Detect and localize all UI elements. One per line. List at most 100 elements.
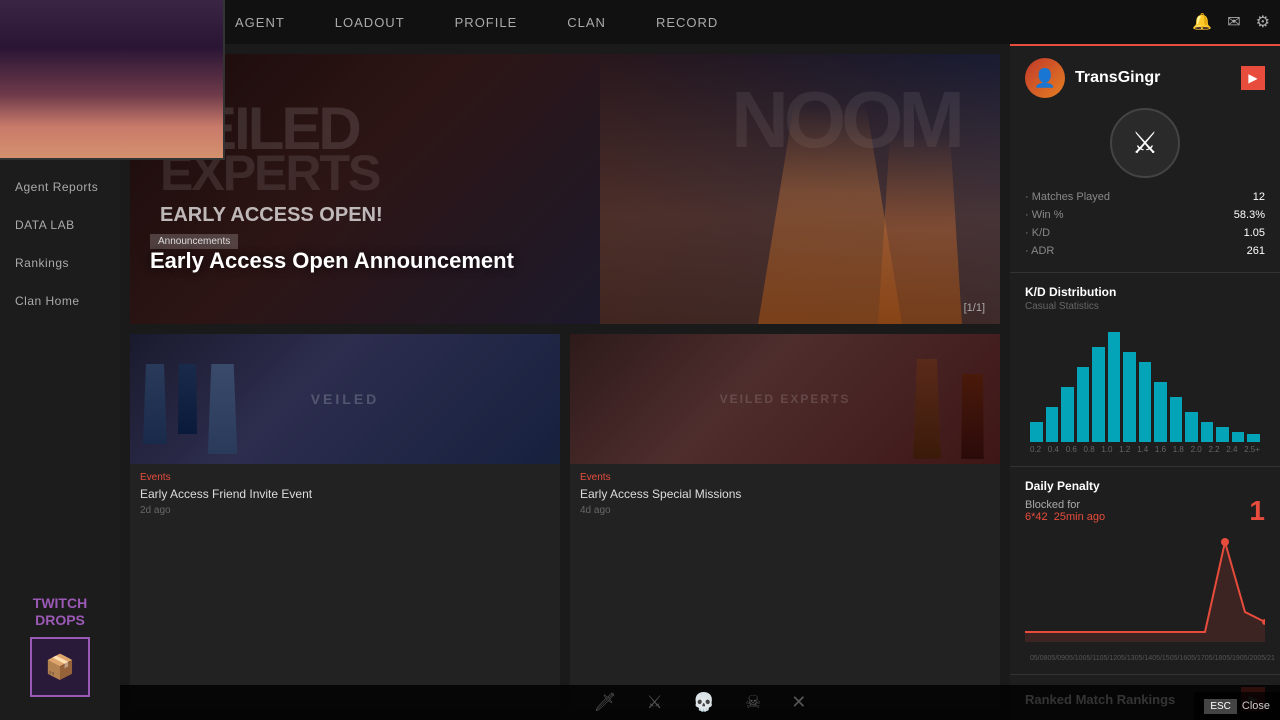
kd-bar-11 [1201,422,1214,442]
profile-avatar: 👤 [1025,58,1065,98]
stat-row-kd: · K/D 1.05 [1025,224,1265,242]
news-card-1[interactable]: VEILED Events Early Access Friend Invite… [130,334,560,710]
sidebar-item-agent-reports[interactable]: Agent Reports [0,168,120,206]
hero-characters [600,54,1000,324]
news-card-2[interactable]: VEILED EXPERTS Events Early Access Speci… [570,334,1000,710]
kd-label-11: 2.4 [1226,445,1237,454]
penalty-label-1: 05/09 [1048,655,1066,662]
bottom-icon-4[interactable]: ☠ [745,692,761,713]
profile-header: 👤 TransGingr ▶ [1025,58,1265,98]
hero-title: Early Access Open Announcement [150,248,514,274]
penalty-label-12: 05/20 [1240,655,1258,662]
kd-label-5: 1.2 [1119,445,1130,454]
stat-row-adr: · ADR 261 [1025,242,1265,260]
stat-value-kd: 1.05 [1244,227,1265,239]
kd-label-3: 0.8 [1084,445,1095,454]
twitch-drops-section: TWITCH DROPS 📦 [0,580,120,720]
esc-action-label: Close [1242,700,1270,712]
kd-label-0: 0.2 [1030,445,1041,454]
bottom-icon-2[interactable]: ⚔ [647,692,663,713]
bottom-icon-5[interactable]: ✕ [791,692,806,713]
kd-chart [1025,322,1265,442]
settings-icon[interactable]: ⚙ [1256,12,1270,32]
sidebar-item-rankings[interactable]: Rankings [0,244,120,282]
center-content: NOOM VEILED EXPERTS EARLY ACCESS OPEN! A… [120,44,1010,720]
kd-panel-subtitle: Casual Statistics [1025,301,1265,312]
nav-profile[interactable]: PROFILE [450,15,523,30]
hero-banner[interactable]: NOOM VEILED EXPERTS EARLY ACCESS OPEN! A… [130,54,1000,324]
stat-label-matches: · Matches Played [1025,191,1110,203]
nav-agent[interactable]: AGENT [230,15,290,30]
mail-icon[interactable]: ✉ [1227,12,1240,32]
kd-bar-0 [1030,422,1043,442]
kd-chart-labels: 0.20.40.60.81.01.21.41.61.82.02.22.42.5+ [1025,442,1265,454]
content-area: NOOM VEILED EXPERTS EARLY ACCESS OPEN! A… [120,44,1280,720]
kd-bar-2 [1061,387,1074,442]
news-card-1-text: VEILED [311,391,380,407]
news-card-2-image: VEILED EXPERTS [570,334,1000,464]
news-card-2-bg: VEILED EXPERTS [570,334,1000,464]
nav-clan[interactable]: CLAN [562,15,611,30]
nav-items: AGENT LOADOUT PROFILE CLAN RECORD [230,15,723,30]
penalty-panel: Daily Penalty Blocked for 6*42 25min ago… [1010,467,1280,675]
bottom-icon-1[interactable]: 🗡 [594,692,617,713]
esc-key[interactable]: ESC [1204,699,1237,714]
kd-label-6: 1.4 [1137,445,1148,454]
kd-bar-12 [1216,427,1229,442]
kd-bar-8 [1154,382,1167,442]
webcam-video [0,0,223,158]
nav-loadout[interactable]: LOADOUT [330,15,410,30]
kd-bar-10 [1185,412,1198,442]
kd-bar-4 [1092,347,1105,442]
news-card-1-title: Early Access Friend Invite Event [140,487,550,501]
hero-announcements-tag: Announcements [150,234,238,249]
twitch-label: TWITCH DROPS [15,595,105,629]
stat-value-win: 58.3% [1234,209,1265,221]
news-card-2-title: Early Access Special Missions [580,487,990,501]
right-panels: 👤 TransGingr ▶ ⚔ · Matches Played 12 · W… [1010,44,1280,720]
kd-label-12: 2.5+ [1244,445,1260,454]
kd-label-4: 1.0 [1101,445,1112,454]
profile-forward-button[interactable]: ▶ [1241,66,1265,90]
twitch-drops-box[interactable]: 📦 [30,637,90,697]
stat-label-win: · Win % [1025,209,1064,221]
sidebar-item-data-lab[interactable]: DATA LAB [0,206,120,244]
penalty-label-9: 05/17 [1187,655,1205,662]
nav-record[interactable]: RECORD [651,15,723,30]
news-card-2-date: 4d ago [580,505,990,516]
kd-bar-1 [1046,407,1059,442]
penalty-label-6: 05/14 [1135,655,1153,662]
news-card-2-text: VEILED EXPERTS [720,392,851,406]
kd-bar-7 [1139,362,1152,442]
news-card-1-date: 2d ago [140,505,550,516]
kd-bar-13 [1232,432,1245,442]
penalty-blocked-info: Blocked for 6*42 25min ago [1025,499,1105,523]
kd-bar-6 [1123,352,1136,442]
penalty-label-8: 05/16 [1170,655,1188,662]
notification-icon[interactable]: 🔔 [1192,12,1212,32]
stat-row-win: · Win % 58.3% [1025,206,1265,224]
stats-list: · Matches Played 12 · Win % 58.3% · K/D … [1025,188,1265,260]
stat-row-matches: · Matches Played 12 [1025,188,1265,206]
penalty-blocked-label: Blocked for [1025,499,1105,511]
nav-right-icons: 🔔 ✉ ⚙ [1192,12,1270,32]
penalty-chart [1025,532,1265,652]
esc-bar: ESC Close [1194,692,1280,720]
kd-label-9: 2.0 [1191,445,1202,454]
kd-panel-title: K/D Distribution [1025,285,1265,299]
sidebar-item-clan-home[interactable]: Clan Home [0,282,120,320]
penalty-title: Daily Penalty [1025,479,1265,493]
kd-bar-3 [1077,367,1090,442]
penalty-label-0: 05/08 [1030,655,1048,662]
penalty-label-5: 05/13 [1117,655,1135,662]
penalty-label-11: 05/19 [1222,655,1240,662]
kd-bar-14 [1247,434,1260,442]
penalty-label-3: 05/11 [1083,655,1100,662]
penalty-label-13: 05/21 [1257,655,1275,662]
profile-username: TransGingr [1075,69,1160,87]
kd-bar-5 [1108,332,1121,442]
kd-panel: K/D Distribution Casual Statistics 0.2 0.… [1010,273,1280,467]
penalty-chart-labels: 05/0805/0905/1005/1105/1205/1305/1405/15… [1025,652,1265,662]
bottom-icon-3[interactable]: 💀 [693,692,715,713]
kd-label-1: 0.4 [1048,445,1059,454]
